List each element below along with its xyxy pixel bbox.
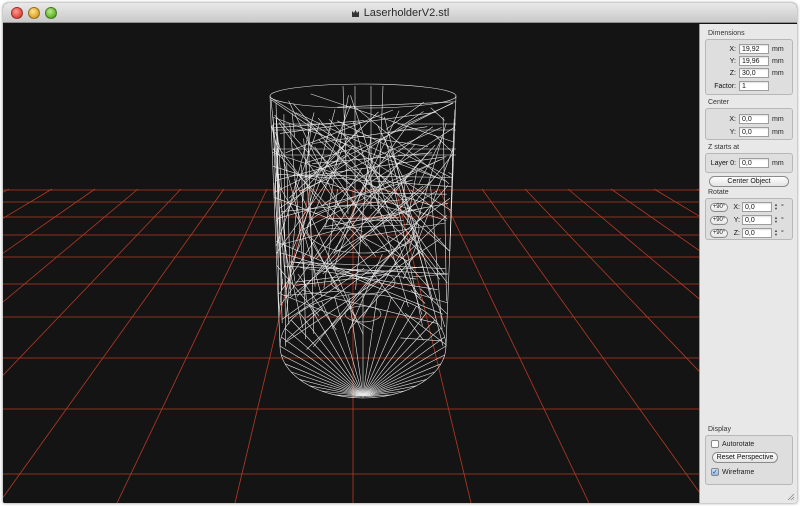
center-x-unit: mm [772, 115, 784, 123]
display-box: Autorotate Reset Perspective ✓ Wireframe [705, 435, 793, 485]
center-title: Center [708, 99, 730, 106]
dim-y-field[interactable]: 19,96 [739, 56, 769, 66]
window-title: LaserholderV2.stl [363, 7, 450, 19]
display-title: Display [708, 426, 731, 433]
rotate-z-label: Z: [733, 229, 740, 237]
document-icon [351, 8, 360, 18]
layer-label: Layer 0: [710, 159, 736, 167]
layer-field[interactable]: 0,0 [739, 158, 769, 168]
3d-viewport[interactable] [3, 24, 699, 503]
center-box: X: 0,0 mm Y: 0,0 mm [705, 108, 793, 140]
dim-y-label: Y: [729, 57, 736, 65]
autorotate-row[interactable]: Autorotate [711, 440, 754, 448]
layer-unit: mm [772, 159, 784, 167]
center-x-field[interactable]: 0,0 [739, 114, 769, 124]
rotate-y-unit: ° [781, 216, 784, 224]
dim-y-unit: mm [772, 57, 784, 65]
rotate-x-stepper[interactable]: ▲ ▼ [774, 202, 780, 212]
dim-z-label: Z: [729, 69, 736, 77]
center-y-field[interactable]: 0,0 [739, 127, 769, 137]
title-bar[interactable]: LaserholderV2.stl [3, 3, 797, 23]
center-object-button[interactable]: Center Object [709, 176, 789, 187]
rotate-box: +90° X: 0,0 ▲ ▼ ° +90° Y: 0,0 ▲ ▼ ° +90° Z… [705, 198, 793, 240]
rotate-z-unit: ° [781, 229, 784, 237]
dimensions-title: Dimensions [708, 30, 745, 37]
rotate-y-field[interactable]: 0,0 [742, 215, 772, 225]
rotate-z-stepper[interactable]: ▲ ▼ [774, 228, 780, 238]
properties-panel: Dimensions X: 19,92 mm Y: 19,96 mm Z: 30… [699, 24, 797, 503]
z-start-title: Z starts at [708, 144, 740, 151]
rotate-y-stepper[interactable]: ▲ ▼ [774, 215, 780, 225]
wireframe-row[interactable]: ✓ Wireframe [711, 468, 754, 476]
factor-label: Factor: [714, 82, 736, 90]
wireframe-checkbox[interactable]: ✓ [711, 468, 719, 476]
rotate-x-unit: ° [781, 203, 784, 211]
z-start-box: Layer 0: 0,0 mm [705, 153, 793, 173]
rotate-x-field[interactable]: 0,0 [742, 202, 772, 212]
dim-z-field[interactable]: 30,0 [739, 68, 769, 78]
wireframe-label[interactable]: Wireframe [722, 469, 754, 476]
rotate-title: Rotate [708, 189, 729, 196]
center-y-label: Y: [729, 128, 736, 136]
autorotate-checkbox[interactable] [711, 440, 719, 448]
dim-x-unit: mm [772, 45, 784, 53]
rotate-y-label: Y: [733, 216, 740, 224]
rotate-row-x: +90° X: 0,0 ▲ ▼ ° [710, 202, 784, 212]
rotate-row-z: +90° Z: 0,0 ▲ ▼ ° [710, 228, 784, 238]
rotate-x-button[interactable]: +90° [710, 202, 728, 212]
rotate-row-y: +90° Y: 0,0 ▲ ▼ ° [710, 215, 784, 225]
rotate-z-button[interactable]: +90° [710, 228, 728, 238]
dim-x-label: X: [729, 45, 736, 53]
rotate-x-label: X: [733, 203, 740, 211]
rotate-y-button[interactable]: +90° [710, 215, 728, 225]
center-y-unit: mm [772, 128, 784, 136]
dimensions-box: X: 19,92 mm Y: 19,96 mm Z: 30,0 mm Facto… [705, 39, 793, 95]
reset-perspective-button[interactable]: Reset Perspective [712, 452, 778, 463]
dim-z-unit: mm [772, 69, 784, 77]
factor-field[interactable]: 1 [739, 81, 769, 91]
autorotate-label[interactable]: Autorotate [722, 441, 754, 448]
resize-grip-icon[interactable] [787, 493, 795, 501]
center-x-label: X: [729, 115, 736, 123]
rotate-z-field[interactable]: 0,0 [742, 228, 772, 238]
floor-grid [3, 188, 699, 503]
app-window: LaserholderV2.stl Dimensions X: 19,92 mm… [3, 3, 797, 503]
window-title-group: LaserholderV2.stl [3, 3, 797, 23]
model-render [3, 83, 699, 503]
dim-x-field[interactable]: 19,92 [739, 44, 769, 54]
